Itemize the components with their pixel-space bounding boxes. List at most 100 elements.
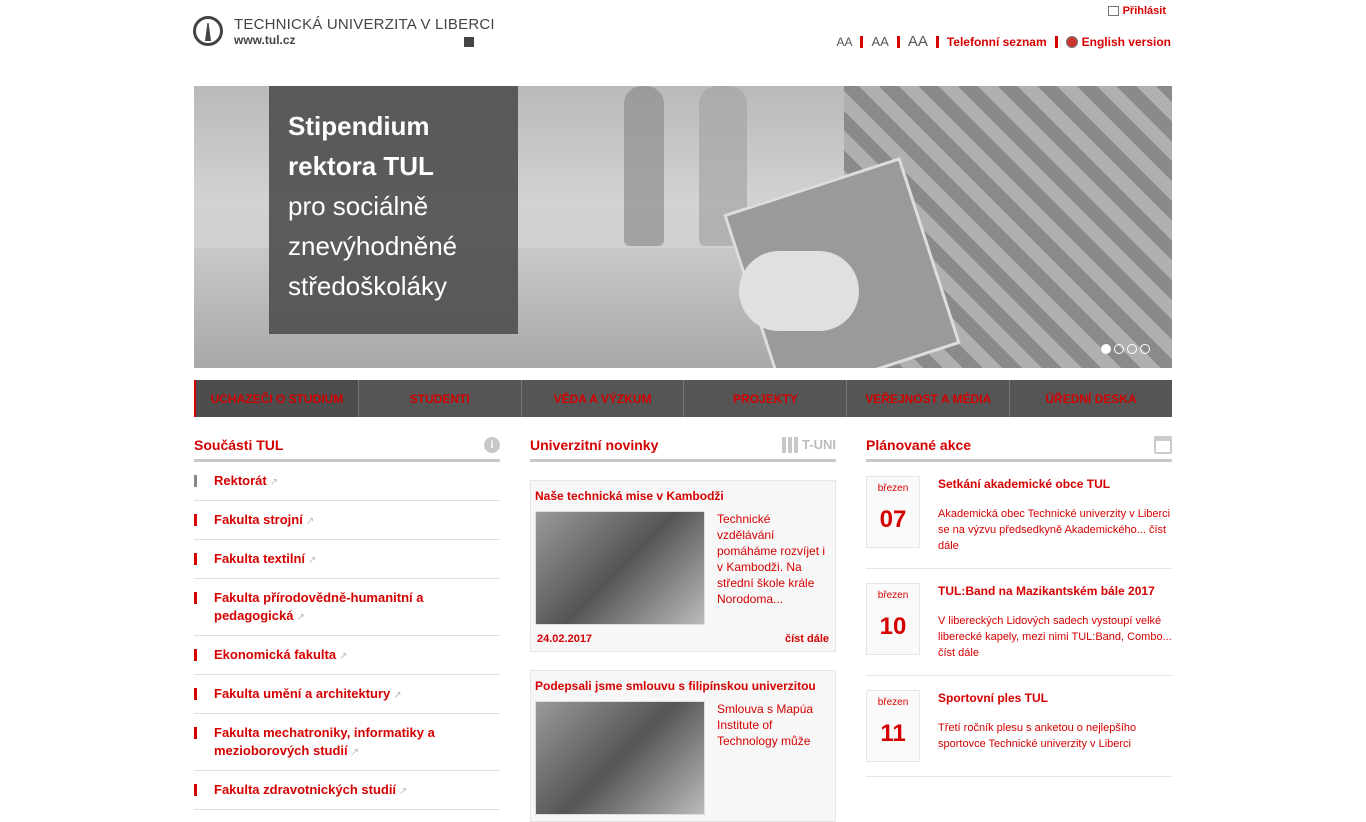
faculty-label: Fakulta strojní [214, 512, 303, 527]
t-uni-label: T-UNI [802, 437, 836, 452]
divider [896, 35, 900, 48]
news-card-title[interactable]: Naše technická mise v Kambodži [535, 487, 831, 505]
news-column: Univerzitní novinky T-UNI Naše technická… [530, 430, 836, 822]
event-title[interactable]: Setkání akademické obce TUL [938, 476, 1172, 492]
event-date: březen 11 [866, 690, 920, 762]
carousel-dot[interactable] [1140, 344, 1150, 354]
event-date: březen 07 [866, 476, 920, 548]
news-card[interactable]: Naše technická mise v Kambodži Technické… [530, 480, 836, 652]
carousel-dot[interactable] [1127, 344, 1137, 354]
uk-flag-icon [1065, 35, 1078, 48]
divider [1054, 35, 1058, 48]
faculty-label: Fakulta přírodovědně-humanitní a pedagog… [214, 590, 424, 623]
university-emblem-icon [193, 16, 223, 46]
hero-caption: Stipendium rektora TUL pro sociálně znev… [269, 86, 518, 334]
external-link-icon: ↗ [399, 786, 408, 797]
university-url: www.tul.cz [234, 33, 296, 47]
external-link-icon: ↗ [393, 690, 402, 701]
hero-subtitle-line: pro sociálně [288, 191, 429, 221]
event-item[interactable]: březen 10 TUL:Band na Mazikantském bále … [866, 569, 1172, 676]
event-date: březen 10 [866, 583, 920, 655]
read-more-link[interactable]: číst dále [785, 633, 829, 645]
faculty-item[interactable]: Ekonomická fakulta ↗ [194, 636, 500, 675]
grid-icon [782, 436, 799, 453]
external-link-icon: ↗ [308, 555, 317, 566]
login-label: Přihlásit [1122, 5, 1166, 17]
event-title[interactable]: Sportovní ples TUL [938, 690, 1172, 706]
external-link-icon: ↗ [350, 747, 360, 758]
external-link-icon: ↗ [296, 612, 305, 623]
calendar-icon[interactable] [1154, 435, 1172, 454]
hero-subtitle-line: středoškoláky [288, 271, 447, 301]
english-version-label: English version [1081, 34, 1171, 49]
faculty-label: Fakulta mechatroniky, informatiky a mezi… [214, 725, 435, 758]
news-card-body: Technické vzdělávání pomáháme rozvíjet i… [535, 511, 831, 625]
header-toolbar: AA AA AA Telefonní seznam English versio… [836, 33, 1171, 50]
event-content: Setkání akademické obce TUL Akademická o… [938, 476, 1172, 554]
nav-applicants[interactable]: UCHAZEČI O STUDIUM [194, 380, 359, 417]
event-content: Sportovní ples TUL Třetí ročník plesu s … [938, 690, 1172, 762]
faculty-item[interactable]: Fakulta textilní ↗ [194, 540, 500, 579]
carousel-dot[interactable] [1101, 344, 1111, 354]
nav-public-media[interactable]: VEŘEJNOST A MÉDIA [847, 380, 1011, 417]
font-size-medium-button[interactable]: AA [871, 34, 888, 49]
news-date: 24.02.2017 [537, 633, 593, 645]
news-card[interactable]: Podepsali jsme smlouvu s filipínskou uni… [530, 670, 836, 822]
login-link[interactable]: Přihlásit [1107, 5, 1166, 17]
events-title: Plánované akce [866, 436, 972, 453]
login-icon [1107, 6, 1119, 16]
faculty-item[interactable]: Fakulta zdravotnických studií ↗ [194, 771, 500, 810]
event-text: V libereckých Lidových sadech vystoupí v… [938, 615, 1172, 659]
external-link-icon: ↗ [339, 651, 348, 662]
font-size-large-button[interactable]: AA [908, 33, 928, 50]
news-card-meta: 24.02.2017 číst dále [535, 633, 831, 645]
nav-official-board[interactable]: ÚŘEDNÍ DESKA [1010, 380, 1172, 417]
font-size-small-button[interactable]: AA [836, 35, 852, 49]
event-text: Akademická obec Technické univerzity v L… [938, 508, 1171, 552]
divider [935, 35, 939, 48]
news-photo[interactable] [535, 511, 705, 625]
external-link-icon: ↗ [269, 477, 279, 488]
news-card-title[interactable]: Podepsali jsme smlouvu s filipínskou uni… [535, 677, 831, 695]
components-column: Součásti TUL i Rektorát ↗ Fakulta strojní… [194, 430, 500, 810]
faculty-label: Rektorát [214, 473, 267, 488]
faculty-item[interactable]: Fakulta přírodovědně-humanitní a pedagog… [194, 579, 500, 636]
news-header: Univerzitní novinky T-UNI [530, 430, 836, 462]
faculty-item[interactable]: Fakulta strojní ↗ [194, 501, 500, 540]
phone-book-link[interactable]: Telefonní seznam [947, 35, 1047, 49]
info-icon[interactable]: i [484, 436, 500, 453]
hero-title-line: Stipendium [288, 111, 430, 141]
hero-banner[interactable]: Stipendium rektora TUL pro sociálně znev… [194, 86, 1172, 368]
nav-projects[interactable]: PROJEKTY [684, 380, 848, 417]
divider [860, 35, 864, 48]
event-title[interactable]: TUL:Band na Mazikantském bále 2017 [938, 583, 1172, 599]
faculty-list: Rektorát ↗ Fakulta strojní ↗ Fakulta texti… [194, 462, 500, 810]
components-header: Součásti TUL i [194, 430, 500, 462]
news-card-text: Technické vzdělávání pomáháme rozvíjet i… [717, 512, 826, 606]
english-version-link[interactable]: English version [1065, 34, 1171, 49]
university-name: TECHNICKÁ UNIVERZITA V LIBERCI [234, 16, 495, 33]
faculty-label: Fakulta umění a architektury [214, 686, 391, 701]
event-item[interactable]: březen 07 Setkání akademické obce TUL Ak… [866, 462, 1172, 569]
faculty-item[interactable]: Fakulta umění a architektury ↗ [194, 675, 500, 714]
logo[interactable]: TECHNICKÁ UNIVERZITA V LIBERCI www.tul.c… [193, 14, 495, 48]
event-item[interactable]: březen 11 Sportovní ples TUL Třetí roční… [866, 676, 1172, 777]
news-card-text: Smlouva s Mapúa Institute of Technology … [717, 702, 814, 748]
news-photo[interactable] [535, 701, 705, 815]
events-column: Plánované akce březen 07 Setkání akademi… [866, 430, 1172, 777]
carousel-dot[interactable] [1114, 344, 1124, 354]
hero-background-figure [624, 86, 664, 246]
news-card-body: Smlouva s Mapúa Institute of Technology … [535, 701, 831, 815]
hero-subtitle: pro sociálně znevýhodněné středoškoláky [288, 186, 457, 306]
t-uni-badge[interactable]: T-UNI [782, 436, 836, 453]
nav-research[interactable]: VĚDA A VÝZKUM [522, 380, 685, 417]
faculty-item[interactable]: Fakulta mechatroniky, informatiky a mezi… [194, 714, 500, 771]
carousel-dots [1101, 344, 1150, 354]
faculty-label: Fakulta textilní [214, 551, 306, 566]
faculty-item[interactable]: Rektorát ↗ [194, 462, 500, 501]
event-month: březen [877, 483, 909, 494]
nav-students[interactable]: STUDENTI [359, 380, 522, 417]
logo-square [464, 37, 474, 47]
components-title: Součásti TUL [194, 436, 284, 453]
hero-title: Stipendium rektora TUL [288, 106, 434, 186]
